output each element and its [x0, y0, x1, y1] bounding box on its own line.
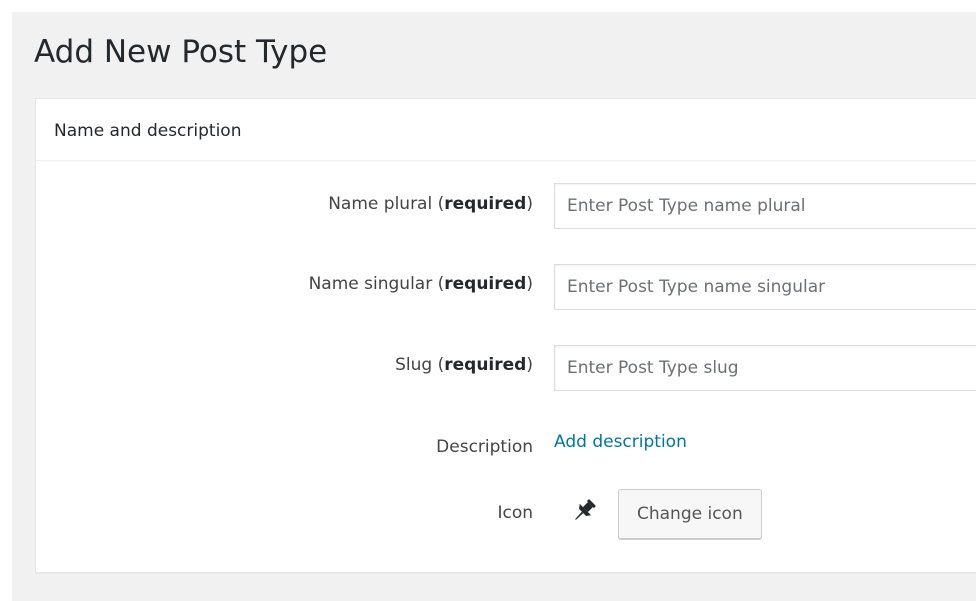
pushpin-icon	[569, 496, 599, 526]
name-plural-input[interactable]	[554, 183, 976, 229]
page-title: Add New Post Type	[34, 34, 328, 70]
panel-title: Name and description	[54, 121, 242, 141]
name-plural-label-text: Name plural	[328, 194, 433, 214]
description-label: Description	[436, 437, 533, 457]
slug-input[interactable]	[554, 345, 976, 391]
icon-label: Icon	[497, 503, 533, 523]
name-singular-label-text: Name singular	[308, 274, 433, 294]
panel-header: Name and description	[36, 99, 976, 161]
slug-label: Slug (required)	[395, 355, 533, 375]
add-description-link[interactable]: Add description	[554, 430, 687, 454]
change-icon-button[interactable]: Change icon	[618, 489, 762, 539]
admin-content-area: Add New Post Type Name and description N…	[12, 12, 976, 601]
required-marker: required	[444, 194, 527, 214]
required-marker: required	[444, 274, 527, 294]
name-singular-input[interactable]	[554, 264, 976, 310]
slug-label-text: Slug	[395, 355, 433, 375]
required-marker: required	[444, 355, 527, 375]
name-singular-label: Name singular (required)	[308, 274, 533, 294]
name-plural-label: Name plural (required)	[328, 194, 533, 214]
name-and-description-panel: Name and description Name plural (requir…	[35, 98, 976, 573]
